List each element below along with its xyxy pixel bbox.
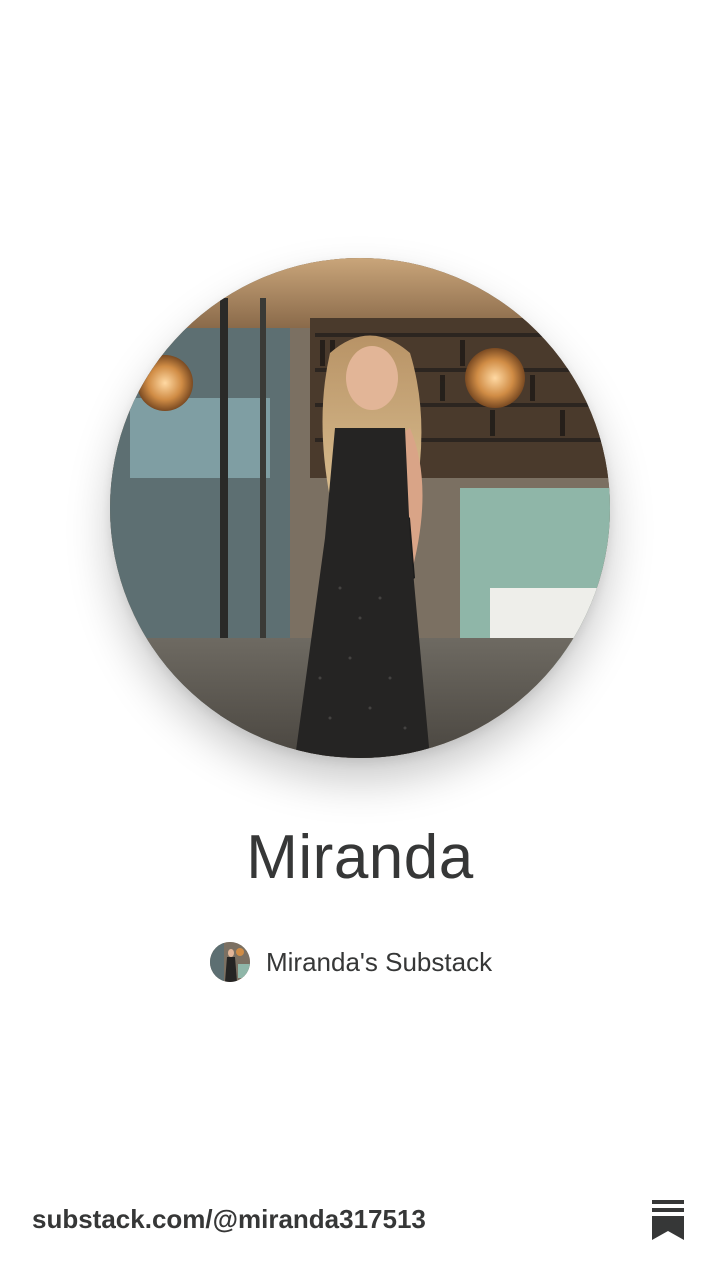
publication-avatar bbox=[210, 942, 250, 982]
publication-link[interactable]: Miranda's Substack bbox=[210, 942, 492, 982]
publication-name: Miranda's Substack bbox=[266, 946, 493, 977]
profile-card: Miranda Miranda's Substack substack.com/… bbox=[0, 0, 720, 1280]
profile-photo bbox=[110, 258, 610, 758]
substack-logo-icon[interactable] bbox=[650, 1200, 686, 1240]
profile-url[interactable]: substack.com/@miranda317513 bbox=[32, 1204, 426, 1235]
profile-name: Miranda bbox=[246, 823, 474, 892]
